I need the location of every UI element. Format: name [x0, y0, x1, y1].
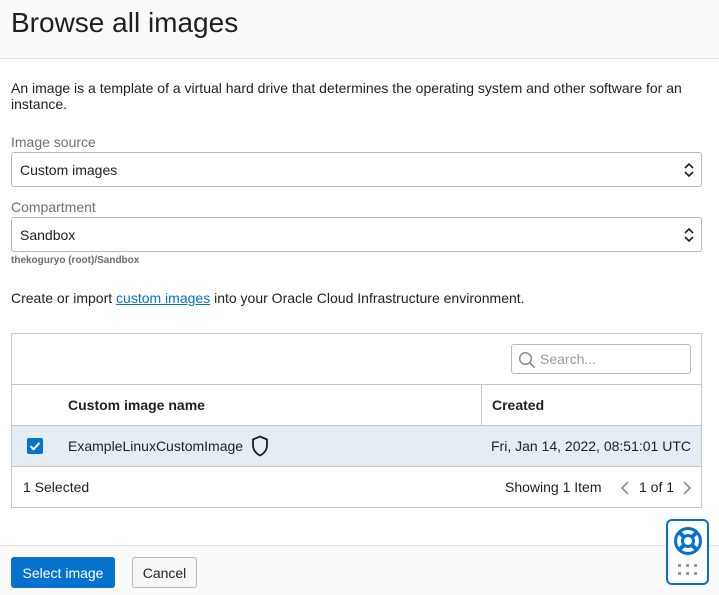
page-header: Browse all images	[0, 0, 719, 59]
image-source-value: Custom images	[20, 162, 118, 178]
lifebuoy-icon	[674, 527, 702, 555]
import-text: Create or import custom images into your…	[11, 290, 525, 306]
action-bar: Select image Cancel	[0, 545, 719, 595]
table-row[interactable]: ExampleLinuxCustomImage Fri, Jan 14, 202…	[12, 426, 701, 467]
table-toolbar	[12, 334, 701, 385]
custom-images-table: Custom image name Created ExampleLinuxCu…	[11, 333, 702, 508]
import-text-before: Create or import	[11, 290, 117, 306]
chevron-right-icon[interactable]	[681, 480, 693, 496]
search-input[interactable]	[540, 349, 680, 369]
image-source-select[interactable]: Custom images	[11, 152, 702, 187]
compartment-label: Compartment	[11, 199, 96, 215]
shield-icon	[252, 435, 268, 457]
table-header: Custom image name Created	[12, 385, 701, 426]
select-image-button[interactable]: Select image	[11, 557, 115, 588]
cancel-button[interactable]: Cancel	[132, 557, 197, 588]
row-checkbox[interactable]	[27, 438, 43, 454]
help-widget[interactable]	[666, 519, 709, 585]
compartment-value: Sandbox	[20, 227, 76, 243]
selected-count: 1 Selected	[23, 479, 90, 495]
image-source-label: Image source	[11, 134, 96, 150]
compartment-select[interactable]: Sandbox	[11, 217, 702, 252]
column-header-name[interactable]: Custom image name	[68, 385, 205, 425]
grip-icon[interactable]	[677, 563, 699, 577]
intro-text: An image is a template of a virtual hard…	[11, 80, 682, 112]
image-name: ExampleLinuxCustomImage	[68, 438, 244, 454]
chevron-updown-icon	[684, 162, 694, 178]
chevron-updown-icon	[684, 227, 694, 243]
chevron-left-icon[interactable]	[619, 480, 631, 496]
table-footer: 1 Selected Showing 1 Item 1 of 1	[12, 467, 701, 508]
showing-count: Showing 1 Item	[505, 479, 602, 495]
image-created: Fri, Jan 14, 2022, 08:51:01 UTC	[491, 438, 691, 454]
column-divider	[481, 385, 482, 425]
checkmark-icon	[29, 442, 41, 451]
custom-images-link[interactable]: custom images	[116, 290, 210, 306]
page-title: Browse all images	[11, 7, 239, 38]
import-text-after: into your Oracle Cloud Infrastructure en…	[210, 290, 525, 306]
compartment-path: thekoguryo (root)/Sandbox	[11, 255, 140, 266]
search-box[interactable]	[511, 344, 691, 374]
search-icon	[518, 351, 536, 369]
column-header-created[interactable]: Created	[492, 385, 544, 425]
page-indicator: 1 of 1	[639, 479, 675, 495]
